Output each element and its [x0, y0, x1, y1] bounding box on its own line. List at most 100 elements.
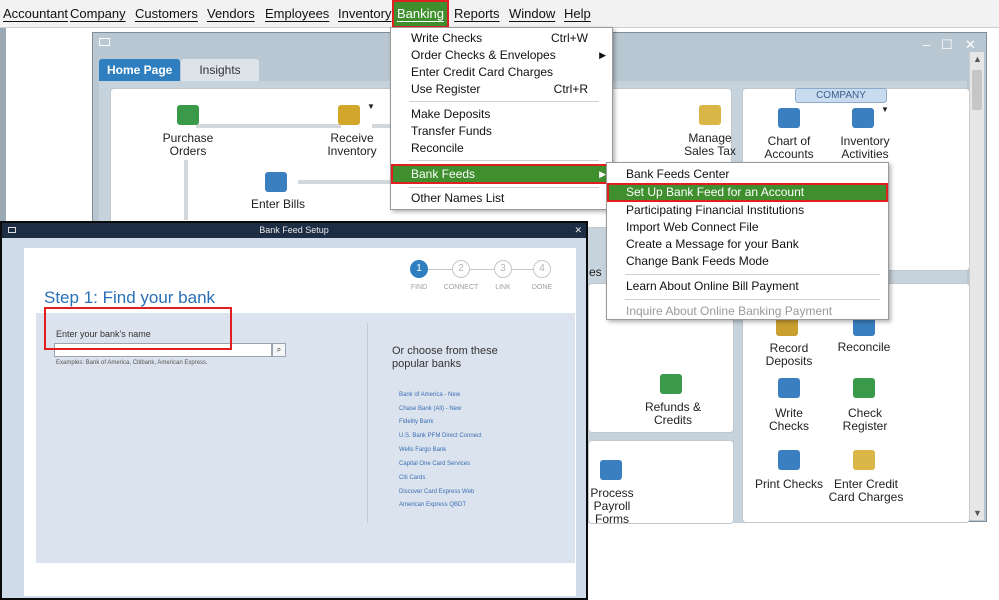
bank-link[interactable]: Fidelity Bank: [399, 419, 433, 425]
menu-item-order-checks[interactable]: Order Checks & Envelopes ▶: [391, 47, 612, 64]
bank-link[interactable]: U.S. Bank PFM Direct Connect: [399, 433, 482, 439]
enter-bills-icon[interactable]: [265, 172, 287, 192]
step-title: Step 1: Find your bank: [44, 288, 216, 307]
step-label-link: LINK: [495, 284, 511, 291]
menu-reports[interactable]: Reports: [451, 0, 503, 28]
manage-sales-tax-icon[interactable]: [699, 105, 721, 125]
step-indicator-find: 1: [410, 260, 428, 278]
menu-help[interactable]: Help: [561, 0, 594, 28]
menu-company[interactable]: Company: [67, 0, 129, 28]
dropdown-arrow-icon[interactable]: ▼: [367, 102, 375, 111]
write-checks-icon[interactable]: [778, 378, 800, 398]
refunds-credits-label[interactable]: Refunds & Credits: [640, 401, 706, 427]
scroll-up-icon[interactable]: ▲: [973, 54, 982, 64]
menu-customers[interactable]: Customers: [132, 0, 201, 28]
search-examples: Examples: Bank of America, Citibank, Ame…: [56, 360, 208, 366]
menu-item-make-deposits[interactable]: Make Deposits: [391, 106, 612, 123]
enter-bills-label[interactable]: Enter Bills: [243, 198, 313, 211]
company-section-label: COMPANY: [795, 88, 887, 103]
submenu-arrow-icon: ▶: [599, 50, 606, 60]
bank-feeds-submenu: Bank Feeds Center Set Up Bank Feed for a…: [606, 162, 889, 320]
record-deposits-label[interactable]: Record Deposits: [754, 342, 824, 368]
menu-item-bank-feeds[interactable]: Bank Feeds ▶: [391, 164, 612, 184]
close-icon[interactable]: ✕: [574, 223, 582, 238]
flow-arrow: [298, 180, 392, 184]
submenu-item-participating-institutions[interactable]: Participating Financial Institutions: [607, 202, 888, 219]
menu-item-other-names-list[interactable]: Other Names List: [391, 190, 612, 207]
purchase-orders-label[interactable]: Purchase Orders: [153, 132, 223, 158]
tab-home-page[interactable]: Home Page: [99, 59, 181, 81]
close-icon[interactable]: ✕: [965, 37, 976, 53]
process-payroll-forms-label[interactable]: Process Payroll Forms: [589, 487, 635, 526]
menu-item-reconcile[interactable]: Reconcile: [391, 140, 612, 157]
chart-of-accounts-icon[interactable]: [778, 108, 800, 128]
manage-sales-tax-label[interactable]: Manage Sales Tax: [675, 132, 745, 163]
bank-link[interactable]: American Express QBDT: [399, 502, 466, 508]
scroll-thumb[interactable]: [972, 70, 982, 110]
menu-separator: [409, 101, 599, 102]
enter-credit-card-charges-icon[interactable]: [853, 450, 875, 470]
step-label-done: DONE: [531, 284, 553, 291]
maximize-icon[interactable]: ☐: [941, 37, 953, 53]
submenu-item-bank-feeds-center[interactable]: Bank Feeds Center: [607, 166, 888, 183]
menu-item-enter-credit-card-charges[interactable]: Enter Credit Card Charges: [391, 64, 612, 81]
chart-of-accounts-label[interactable]: Chart of Accounts: [754, 135, 824, 161]
step-indicator-done: 4: [533, 260, 551, 278]
tab-insights[interactable]: Insights: [181, 59, 259, 81]
submenu-item-change-mode[interactable]: Change Bank Feeds Mode: [607, 253, 888, 270]
purchase-orders-icon[interactable]: [177, 105, 199, 125]
bank-link[interactable]: Citi Cards: [399, 475, 425, 481]
menu-accountant[interactable]: Accountant: [0, 0, 71, 28]
bank-link[interactable]: Chase Bank (All) - New: [399, 406, 461, 412]
bank-link[interactable]: Bank of America - New: [399, 392, 460, 398]
minimize-icon[interactable]: –: [923, 37, 930, 52]
check-register-icon[interactable]: [853, 378, 875, 398]
menu-item-transfer-funds[interactable]: Transfer Funds: [391, 123, 612, 140]
submenu-item-set-up-bank-feed[interactable]: Set Up Bank Feed for an Account: [607, 183, 888, 202]
window-menu-icon[interactable]: [99, 38, 110, 46]
annotation-highlight: [44, 307, 232, 350]
banking-menu: Write Checks Ctrl+W Order Checks & Envelo…: [390, 27, 613, 210]
dialog-body: Step 1: Find your bank 1 2 3 4 FIND CONN…: [2, 238, 586, 598]
menu-separator: [625, 299, 880, 300]
inventory-activities-label[interactable]: Inventory Activities: [829, 135, 901, 161]
submenu-item-create-message[interactable]: Create a Message for your Bank: [607, 236, 888, 253]
bank-link[interactable]: Capital One Card Services: [399, 461, 470, 467]
check-register-label[interactable]: Check Register: [829, 407, 901, 433]
menu-separator: [409, 187, 599, 188]
window-menu-icon[interactable]: [8, 227, 16, 233]
submenu-item-import-web-connect[interactable]: Import Web Connect File: [607, 219, 888, 236]
bank-link[interactable]: Discover Card Express Web: [399, 489, 474, 495]
menu-banking[interactable]: Banking: [392, 0, 449, 28]
process-payroll-forms-icon[interactable]: [600, 460, 622, 480]
search-icon[interactable]: ⌕: [272, 343, 286, 357]
step-label-connect: CONNECT: [443, 284, 479, 291]
submenu-arrow-icon: ▶: [599, 169, 606, 179]
menu-item-write-checks[interactable]: Write Checks Ctrl+W: [391, 30, 612, 47]
home-page-scrollbar[interactable]: ▲ ▼: [969, 52, 984, 520]
popular-banks-heading: Or choose from these popular banks: [392, 345, 498, 370]
menu-employees[interactable]: Employees: [262, 0, 332, 28]
write-checks-label[interactable]: Write Checks: [754, 407, 824, 433]
window-edge: [0, 28, 6, 228]
scroll-down-icon[interactable]: ▼: [973, 508, 982, 518]
receive-inventory-icon[interactable]: [338, 105, 360, 125]
menu-item-use-register[interactable]: Use Register Ctrl+R: [391, 81, 612, 98]
flow-arrow: [372, 124, 392, 128]
print-checks-icon[interactable]: [778, 450, 800, 470]
menu-window[interactable]: Window: [506, 0, 558, 28]
dropdown-arrow-icon[interactable]: ▼: [881, 105, 889, 114]
receive-inventory-label[interactable]: Receive Inventory: [317, 132, 387, 158]
inventory-activities-icon[interactable]: [852, 108, 874, 128]
menu-vendors[interactable]: Vendors: [204, 0, 258, 28]
print-checks-label[interactable]: Print Checks: [754, 478, 824, 491]
enter-credit-card-charges-label[interactable]: Enter Credit Card Charges: [824, 478, 908, 504]
submenu-item-learn-bill-payment[interactable]: Learn About Online Bill Payment: [607, 278, 888, 295]
reconcile-label[interactable]: Reconcile: [829, 341, 899, 354]
submenu-item-inquire-payment: Inquire About Online Banking Payment: [626, 304, 833, 318]
bank-link[interactable]: Wells Fargo Bank: [399, 447, 446, 453]
flow-arrow: [184, 160, 188, 220]
menu-inventory[interactable]: Inventory: [335, 0, 394, 28]
column-divider: [367, 323, 368, 523]
refunds-credits-icon[interactable]: [660, 374, 682, 394]
